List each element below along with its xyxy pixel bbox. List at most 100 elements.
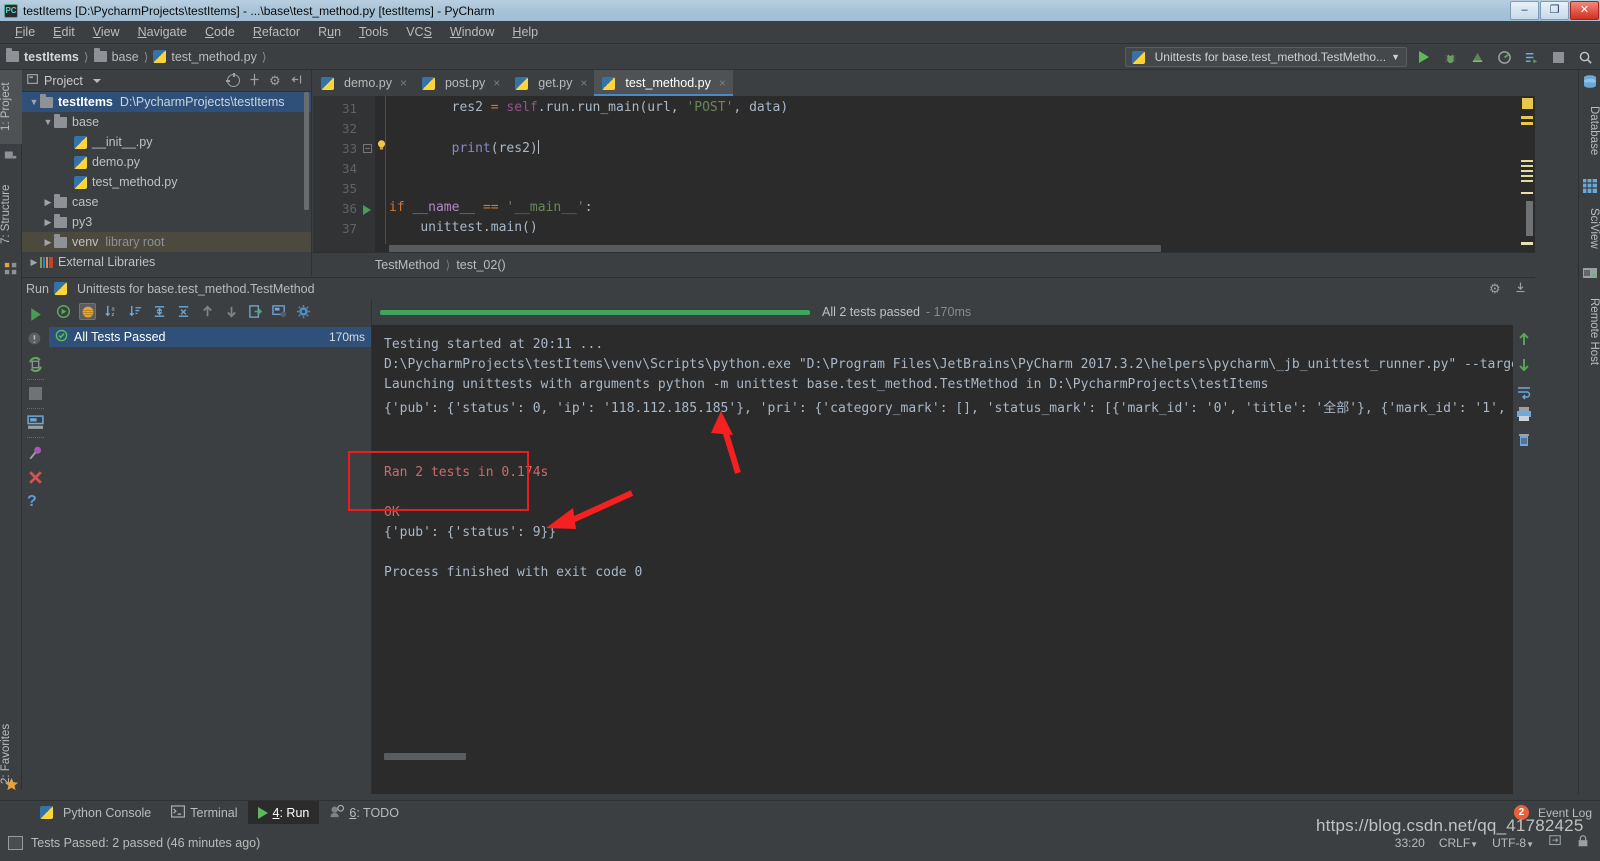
encoding-selector[interactable]: UTF-8▼ [1492, 836, 1534, 850]
tree-item-case[interactable]: case [22, 192, 311, 212]
breadcrumb-item-base[interactable]: base [93, 48, 139, 64]
marker-line[interactable] [1521, 116, 1533, 119]
close-icon[interactable]: × [493, 76, 500, 90]
rerun-tests-icon[interactable] [55, 303, 72, 320]
code-fold-icon[interactable]: ─ [363, 144, 372, 153]
marker-line[interactable] [1521, 160, 1533, 162]
menu-run[interactable]: Run [309, 22, 350, 42]
expand-all-icon[interactable] [151, 303, 168, 320]
test-settings-gear-icon[interactable] [295, 303, 312, 320]
editor-tab-get-py[interactable]: get.py × [507, 70, 595, 96]
menu-refactor[interactable]: Refactor [244, 22, 309, 42]
prev-failed-icon[interactable] [199, 303, 216, 320]
dump-threads-icon[interactable] [27, 414, 44, 431]
chevron-down-icon[interactable] [42, 117, 54, 127]
sidebar-tab-database[interactable]: Database [1578, 92, 1600, 170]
menu-window[interactable]: Window [441, 22, 503, 42]
warning-marker[interactable] [1522, 98, 1533, 109]
tree-item-test-method-py[interactable]: test_method.py [22, 172, 311, 192]
sort-alphabetically-icon[interactable]: az [103, 303, 120, 320]
next-failed-icon[interactable] [223, 303, 240, 320]
tree-item-init-py[interactable]: __init__.py [22, 132, 311, 152]
stop-button[interactable] [1548, 47, 1569, 68]
marker-line[interactable] [1521, 192, 1533, 194]
tree-item-external-libraries[interactable]: External Libraries [22, 252, 311, 272]
tree-item-venv[interactable]: venv library root [22, 232, 311, 252]
project-tree-scrollbar[interactable] [304, 92, 309, 210]
tree-item-demo-py[interactable]: demo.py [22, 152, 311, 172]
profile-button[interactable] [1494, 47, 1515, 68]
chevron-right-icon[interactable] [42, 197, 54, 208]
editor-tab-test-method-py[interactable]: test_method.py × [594, 70, 734, 96]
minimize-button[interactable]: – [1510, 1, 1539, 20]
close-icon[interactable] [27, 469, 44, 486]
settings-gear-icon[interactable]: ⚙ [1489, 282, 1502, 295]
search-icon[interactable] [1575, 47, 1596, 68]
sort-by-duration-icon[interactable] [127, 303, 144, 320]
menu-vcs[interactable]: VCS [397, 22, 441, 42]
code-editor[interactable]: 31 32 33 34 35 36 37 ─ res2 = self.run.r… [313, 96, 1535, 254]
caret-position[interactable]: 33:20 [1395, 836, 1425, 850]
sidebar-tab-sciview[interactable]: SciView [1578, 196, 1600, 260]
menu-code[interactable]: Code [196, 22, 244, 42]
console-horizontal-scrollbar[interactable] [384, 753, 466, 760]
lock-icon[interactable] [1576, 834, 1590, 851]
project-tree[interactable]: testItems D:\PycharmProjects\testItems b… [22, 92, 311, 274]
chevron-down-icon[interactable] [92, 78, 101, 83]
tree-item-testitems[interactable]: testItems D:\PycharmProjects\testItems [22, 92, 311, 112]
editor-tab-demo-py[interactable]: demo.py × [313, 70, 414, 96]
print-icon[interactable] [1516, 406, 1533, 423]
expand-icon[interactable] [248, 73, 261, 89]
console-output[interactable]: Testing started at 20:11 ... D:\PycharmP… [372, 325, 1535, 766]
show-passed-icon[interactable] [79, 303, 96, 320]
run-window-config-label[interactable]: Unittests for base.test_method.TestMetho… [77, 282, 315, 296]
settings-gear-icon[interactable]: ⚙ [269, 74, 282, 87]
marker-line[interactable] [1521, 170, 1533, 172]
chevron-right-icon[interactable] [28, 257, 40, 268]
scroll-down-icon[interactable] [1516, 357, 1533, 374]
breadcrumb-item-test-method[interactable]: test_method.py [153, 50, 257, 64]
pin-tab-icon[interactable] [27, 445, 44, 462]
maximize-button[interactable]: ❐ [1540, 1, 1569, 20]
run-gutter-icon[interactable] [363, 205, 371, 215]
close-icon[interactable]: × [400, 76, 407, 90]
import-icon[interactable] [271, 303, 288, 320]
editor-horizontal-scrollbar[interactable] [389, 245, 1161, 252]
collapse-all-icon[interactable] [175, 303, 192, 320]
sidebar-tab-structure[interactable]: 7: Structure [0, 170, 22, 258]
menu-view[interactable]: View [84, 22, 129, 42]
marker-line[interactable] [1521, 122, 1533, 125]
tree-item-base[interactable]: base [22, 112, 311, 132]
hide-window-icon[interactable] [1514, 281, 1527, 297]
chevron-right-icon[interactable] [42, 217, 54, 228]
breadcrumb-method[interactable]: test_02() [456, 258, 505, 272]
clear-all-icon[interactable] [1516, 432, 1533, 449]
lightbulb-icon[interactable] [375, 139, 388, 152]
hide-icon[interactable] [290, 73, 303, 89]
close-button[interactable]: ✕ [1570, 1, 1599, 20]
marker-line[interactable] [1521, 175, 1533, 177]
export-icon[interactable] [247, 303, 264, 320]
close-icon[interactable]: × [719, 76, 726, 90]
help-icon[interactable]: ? [27, 493, 44, 510]
marker-line[interactable] [1521, 165, 1533, 167]
tree-item-py3[interactable]: py3 [22, 212, 311, 232]
run-configuration-selector[interactable]: Unittests for base.test_method.TestMetho… [1124, 47, 1407, 67]
breadcrumb-class[interactable]: TestMethod [375, 258, 440, 272]
toggle-auto-test-icon[interactable] [27, 356, 44, 373]
bottom-tab-run[interactable]: 4: Run [247, 800, 320, 825]
soft-wrap-icon[interactable] [1516, 385, 1533, 402]
menu-help[interactable]: Help [503, 22, 547, 42]
collapse-all-icon[interactable] [226, 73, 240, 87]
stop-icon[interactable] [27, 385, 44, 402]
bottom-tab-terminal[interactable]: Terminal [161, 801, 247, 825]
status-indicator-icon[interactable] [8, 835, 23, 850]
line-separator-selector[interactable]: CRLF▼ [1439, 836, 1478, 850]
editor-tab-post-py[interactable]: post.py × [413, 70, 508, 96]
menu-navigate[interactable]: Navigate [129, 22, 196, 42]
rerun-icon[interactable] [27, 306, 44, 323]
run-button[interactable] [1413, 47, 1434, 68]
indent-icon[interactable] [1548, 834, 1562, 851]
debug-button[interactable] [1440, 47, 1461, 68]
rerun-failed-icon[interactable] [27, 331, 44, 348]
